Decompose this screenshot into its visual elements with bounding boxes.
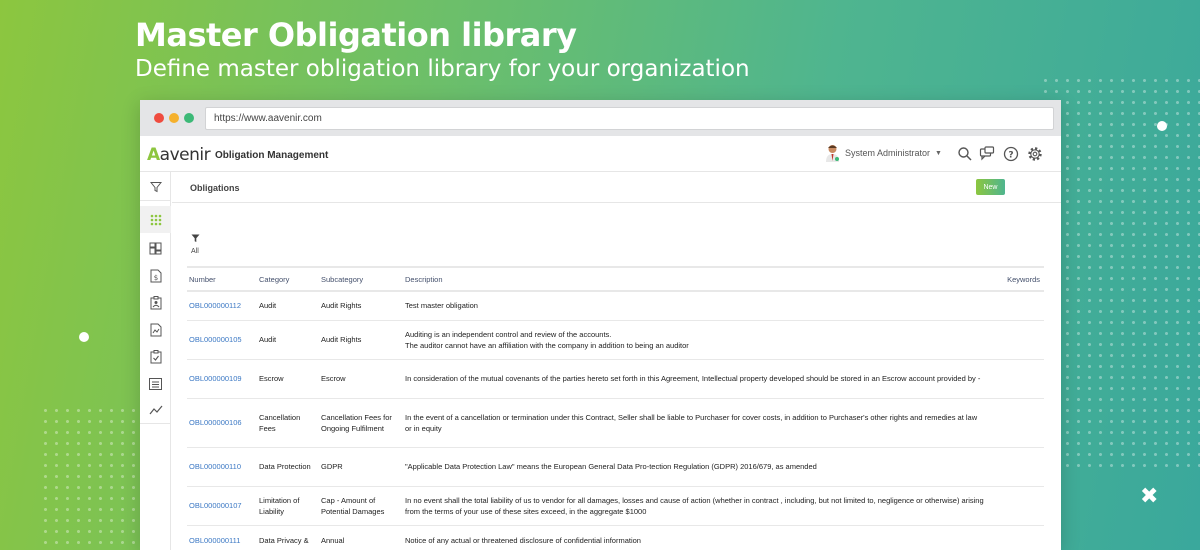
obligation-number-cell: OBL000000105 [187,320,254,360]
description-cell: Notice of any actual or threatened discl… [399,525,984,550]
table-row[interactable]: OBL000000106 Cancellation Fees Cancellatio… [187,398,1044,448]
category-cell: Audit [254,320,315,360]
obligations-list: Obligations New All Number Category Subc… [172,172,1061,550]
sidebar: $ [140,172,171,550]
filter-icon[interactable] [140,174,171,201]
svg-text:?: ? [1008,151,1013,161]
obligation-number-cell: OBL000000107 [187,486,254,526]
filter-all-label[interactable]: All [191,248,199,255]
aavenir-logo[interactable]: Aavenir [147,145,211,165]
subcategory-cell: Audit Rights [315,320,399,360]
help-icon[interactable]: ? [1003,146,1019,162]
decor-dot [1157,121,1167,131]
table-row[interactable]: OBL000000111 Data Privacy & Annual Notice o… [187,525,1044,550]
keywords-cell [984,447,1044,487]
category-cell: Cancellation Fees [254,398,315,448]
list-icon[interactable] [140,370,171,397]
category-cell: Escrow [254,359,315,399]
keywords-cell [984,291,1044,321]
keywords-cell [984,398,1044,448]
minimize-window-dot[interactable] [169,113,179,123]
subcategory-cell: GDPR [315,447,399,487]
column-category[interactable]: Category [254,266,315,292]
keywords-cell [984,320,1044,360]
subcategory-cell: Audit Rights [315,291,399,321]
obligation-number-cell: OBL000000106 [187,398,254,448]
chat-icon[interactable] [979,146,995,162]
obligation-number-link[interactable]: OBL000000105 [189,335,242,344]
module-title: Obligation Management [215,150,329,161]
clipboard-check-icon[interactable] [140,343,171,370]
dot-pattern-left [40,405,140,550]
browser-window: https://www.aavenir.com Aavenir Obligati… [140,100,1061,550]
user-menu[interactable]: System Administrator ▼ [825,144,942,162]
table-header-row: Number Category Subcategory Description … [187,266,1044,292]
obligation-number-cell: OBL000000111 [187,525,254,550]
subcategory-cell: Cancellation Fees for Ongoing Fulfilment [315,398,399,448]
trend-chart-icon[interactable] [140,397,171,424]
column-number[interactable]: Number [187,266,254,292]
subcategory-cell: Escrow [315,359,399,399]
browser-toolbar: https://www.aavenir.com [140,100,1061,136]
column-description[interactable]: Description [399,266,984,292]
keywords-cell [984,525,1044,550]
hero-subtitle: Define master obligation library for you… [135,56,750,82]
dollar-doc-icon[interactable]: $ [140,262,171,289]
svg-text:$: $ [153,274,157,282]
obligation-number-link[interactable]: OBL000000110 [189,462,241,471]
description-cell: Test master obligation [399,291,984,321]
obligation-number-link[interactable]: OBL000000109 [189,374,242,383]
decor-x-icon: ✖ [1140,484,1159,509]
obligation-number-cell: OBL000000109 [187,359,254,399]
table-row[interactable]: OBL000000107 Limitation of Liability Cap -… [187,486,1044,526]
category-cell: Limitation of Liability [254,486,315,526]
table-row[interactable]: OBL000000112 Audit Audit Rights Test master… [187,291,1044,321]
category-cell: Data Protection [254,447,315,487]
hero-title: Master Obligation library [135,16,577,54]
keywords-cell [984,486,1044,526]
description-cell: In consideration of the mutual covenants… [399,359,984,399]
dashboard-icon[interactable] [140,235,171,262]
column-subcategory[interactable]: Subcategory [315,266,399,292]
settings-icon[interactable] [1027,146,1043,162]
obligations-table: Number Category Subcategory Description … [187,266,1044,550]
obligation-number-cell: OBL000000112 [187,291,254,321]
description-cell: Auditing is an independent control and r… [399,320,984,360]
table-row[interactable]: OBL000000109 Escrow Escrow In consideration… [187,359,1044,399]
page-title: Obligations [190,183,240,193]
obligation-number-cell: OBL000000110 [187,447,254,487]
description-cell: In the event of a cancellation or termin… [399,398,984,448]
subcategory-cell: Annual [315,525,399,550]
user-name: System Administrator [845,148,931,158]
new-button[interactable]: New [976,179,1005,195]
signed-doc-icon[interactable] [140,316,171,343]
description-cell: In no event shall the total liability of… [399,486,984,526]
search-icon[interactable] [957,146,973,162]
category-cell: Audit [254,291,315,321]
description-cell: "Applicable Data Protection Law" means t… [399,447,984,487]
app-header: Aavenir Obligation Management System Adm… [140,136,1061,172]
close-window-dot[interactable] [154,113,164,123]
apps-grid-icon[interactable] [140,206,171,233]
address-bar[interactable]: https://www.aavenir.com [205,107,1054,130]
dot-pattern-right [1040,75,1200,475]
table-row[interactable]: OBL000000110 Data Protection GDPR "Applicab… [187,447,1044,487]
keywords-cell [984,359,1044,399]
list-filter-icon[interactable] [191,230,200,248]
obligation-number-link[interactable]: OBL000000112 [189,301,241,310]
maximize-window-dot[interactable] [184,113,194,123]
category-cell: Data Privacy & [254,525,315,550]
divider [172,202,1061,203]
chevron-down-icon: ▼ [935,149,942,157]
decor-dot [79,332,89,342]
table-row[interactable]: OBL000000105 Audit Audit Rights Auditing is… [187,320,1044,360]
avatar [825,144,840,162]
obligation-number-link[interactable]: OBL000000111 [189,536,240,545]
obligation-number-link[interactable]: OBL000000106 [189,418,242,427]
column-keywords[interactable]: Keywords [984,266,1044,292]
subcategory-cell: Cap - Amount of Potential Damages [315,486,399,526]
clipboard-user-icon[interactable] [140,289,171,316]
obligation-number-link[interactable]: OBL000000107 [189,501,242,510]
